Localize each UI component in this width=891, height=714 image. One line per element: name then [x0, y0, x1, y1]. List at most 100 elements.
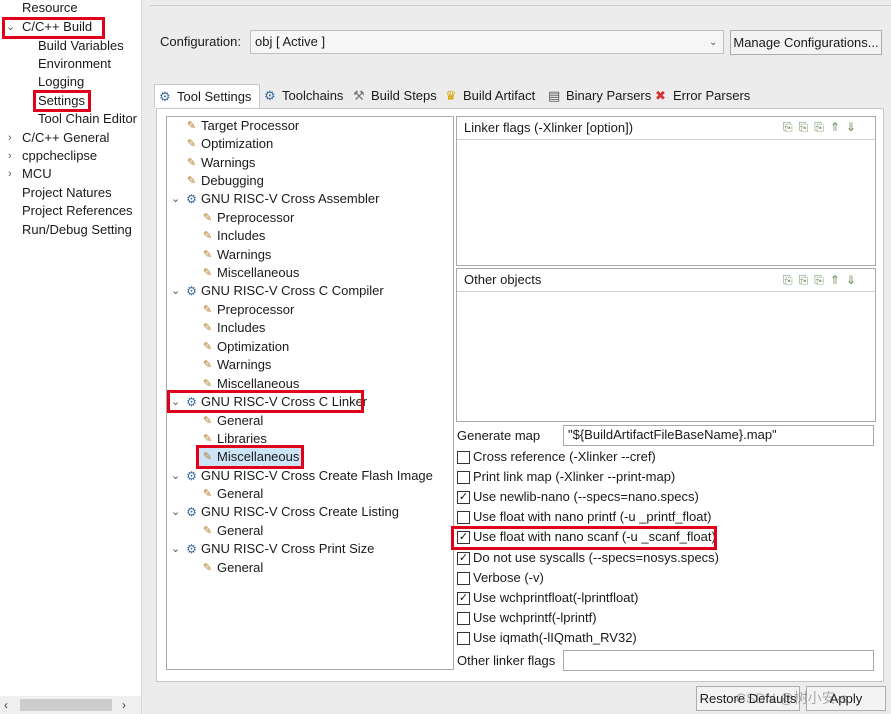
- tree-item-flash-general[interactable]: General: [217, 485, 263, 503]
- nav-item-tool-chain-editor[interactable]: Tool Chain Editor: [38, 110, 137, 128]
- float-printf-label: Use float with nano printf (-u _printf_f…: [473, 509, 712, 524]
- scrollbar-thumb[interactable]: [20, 699, 112, 711]
- nav-item-cpp-general[interactable]: C/C++ General: [22, 129, 109, 147]
- delete-icon[interactable]: ⎘: [799, 273, 815, 287]
- tab-label: Build Steps: [371, 88, 437, 103]
- tree-item-cc-warnings[interactable]: Warnings: [217, 356, 271, 374]
- nav-item-cppcheclipse[interactable]: cppcheclipse: [22, 147, 97, 165]
- configuration-select[interactable]: obj [ Active ] ⌄: [250, 30, 724, 54]
- tree-item-linker-general[interactable]: General: [217, 412, 263, 430]
- tree-item-asm-miscellaneous[interactable]: Miscellaneous: [217, 264, 299, 282]
- tool-icon: ⚙: [186, 542, 197, 556]
- tree-item-cc-optimization[interactable]: Optimization: [217, 338, 289, 356]
- wchprintf-checkbox[interactable]: [457, 612, 470, 625]
- delete-icon[interactable]: ⎘: [799, 120, 815, 134]
- nav-item-resource[interactable]: Resource: [22, 0, 78, 17]
- move-down-icon[interactable]: ⇓: [846, 120, 862, 134]
- option-category-icon: ✎: [186, 120, 197, 132]
- tree-item-listing-general[interactable]: General: [217, 522, 263, 540]
- linker-flags-title: Linker flags (-Xlinker [option]): [464, 120, 634, 135]
- scroll-left-icon[interactable]: ‹: [4, 696, 8, 714]
- cross-reference-checkbox[interactable]: [457, 451, 470, 464]
- verbose-checkbox[interactable]: [457, 572, 470, 585]
- chevron-right-icon[interactable]: ›: [8, 147, 12, 165]
- edit-icon[interactable]: ⎘: [814, 120, 830, 134]
- edit-icon[interactable]: ⎘: [814, 273, 830, 287]
- chevron-down-icon[interactable]: ⌄: [171, 190, 180, 208]
- tree-item-print-size[interactable]: GNU RISC-V Cross Print Size: [201, 540, 374, 558]
- highlight-box: [33, 90, 91, 112]
- tool-icon: ⚙: [186, 469, 197, 483]
- move-up-icon[interactable]: ⇑: [830, 120, 846, 134]
- cross-reference-label: Cross reference (-Xlinker --cref): [473, 449, 656, 464]
- tree-item-optimization[interactable]: Optimization: [201, 135, 273, 153]
- tree-item-create-listing[interactable]: GNU RISC-V Cross Create Listing: [201, 503, 399, 521]
- highlight-box: [2, 17, 105, 39]
- newlib-nano-checkbox[interactable]: ✓: [457, 491, 470, 504]
- chevron-right-icon[interactable]: ›: [8, 165, 12, 183]
- tree-item-c-compiler[interactable]: GNU RISC-V Cross C Compiler: [201, 282, 384, 300]
- option-category-icon: ✎: [202, 267, 213, 279]
- tree-item-asm-preprocessor[interactable]: Preprocessor: [217, 209, 294, 227]
- add-icon[interactable]: ⎘: [783, 273, 799, 287]
- configuration-label: Configuration:: [160, 34, 241, 49]
- tree-item-cc-preprocessor[interactable]: Preprocessor: [217, 301, 294, 319]
- scroll-right-icon[interactable]: ›: [122, 696, 126, 714]
- nav-item-logging[interactable]: Logging: [38, 73, 84, 91]
- tab-error-parsers[interactable]: ✖ Error Parsers: [655, 84, 750, 108]
- nav-item-environment[interactable]: Environment: [38, 55, 111, 73]
- tree-item-warnings[interactable]: Warnings: [201, 154, 255, 172]
- chevron-down-icon[interactable]: ⌄: [171, 503, 180, 521]
- tab-tool-settings[interactable]: ⚙ Tool Settings: [154, 84, 260, 108]
- horizontal-scrollbar[interactable]: ‹ ›: [0, 696, 141, 714]
- wchprintfloat-checkbox[interactable]: ✓: [457, 592, 470, 605]
- tab-label: Binary Parsers: [566, 88, 652, 103]
- iqmath-label: Use iqmath(-lIQmath_RV32): [473, 630, 637, 645]
- option-category-icon: ✎: [202, 212, 213, 224]
- tab-label: Error Parsers: [673, 88, 751, 103]
- tab-label: Build Artifact: [463, 88, 536, 103]
- other-linker-flags-label: Other linker flags: [457, 653, 556, 668]
- tree-item-assembler[interactable]: GNU RISC-V Cross Assembler: [201, 190, 379, 208]
- manage-configurations-button[interactable]: Manage Configurations...: [730, 30, 882, 55]
- chevron-down-icon[interactable]: ⌄: [171, 467, 180, 485]
- tree-item-create-flash-image[interactable]: GNU RISC-V Cross Create Flash Image: [201, 467, 433, 485]
- print-link-map-checkbox[interactable]: [457, 471, 470, 484]
- verbose-label: Verbose (-v): [473, 570, 544, 585]
- tree-item-asm-includes[interactable]: Includes: [217, 227, 265, 245]
- move-up-icon[interactable]: ⇑: [830, 273, 846, 287]
- tab-binary-parsers[interactable]: ▤ Binary Parsers: [548, 84, 652, 108]
- nav-item-mcu[interactable]: MCU: [22, 165, 52, 183]
- highlight-box: [196, 445, 304, 469]
- chevron-down-icon[interactable]: ⌄: [171, 540, 180, 558]
- tab-build-artifact[interactable]: ♛ Build Artifact: [445, 84, 543, 108]
- property-nav: Resource ⌄ C/C++ Build Build Variables E…: [0, 0, 141, 714]
- highlight-box: [451, 526, 717, 550]
- nav-item-build-variables[interactable]: Build Variables: [38, 37, 124, 55]
- tree-item-target-processor[interactable]: Target Processor: [201, 117, 299, 135]
- tree-item-print-size-general[interactable]: General: [217, 559, 263, 577]
- tab-toolchains[interactable]: ⚙ Toolchains: [264, 84, 348, 108]
- nav-item-project-natures[interactable]: Project Natures: [22, 184, 112, 202]
- move-down-icon[interactable]: ⇓: [846, 273, 862, 287]
- nav-item-project-references[interactable]: Project References: [22, 202, 133, 220]
- float-printf-checkbox[interactable]: [457, 511, 470, 524]
- chevron-right-icon[interactable]: ›: [8, 129, 12, 147]
- add-icon[interactable]: ⎘: [783, 120, 799, 134]
- iqmath-checkbox[interactable]: [457, 632, 470, 645]
- configuration-value: obj [ Active ]: [255, 34, 326, 49]
- option-category-icon: ✎: [202, 230, 213, 242]
- nav-item-run-debug-settings[interactable]: Run/Debug Setting: [22, 221, 132, 239]
- nosys-checkbox[interactable]: ✓: [457, 552, 470, 565]
- tree-item-debugging[interactable]: Debugging: [201, 172, 264, 190]
- build-steps-icon: ⚒: [353, 88, 365, 103]
- generate-map-input[interactable]: "${BuildArtifactFileBaseName}.map": [563, 425, 874, 446]
- tab-build-steps[interactable]: ⚒ Build Steps: [353, 84, 439, 108]
- tree-item-cc-includes[interactable]: Includes: [217, 319, 265, 337]
- wchprintfloat-label: Use wchprintfloat(-lprintfloat): [473, 590, 639, 605]
- chevron-down-icon[interactable]: ⌄: [171, 282, 180, 300]
- watermark: CSDN @树小安-s: [736, 690, 848, 706]
- tree-item-asm-warnings[interactable]: Warnings: [217, 246, 271, 264]
- toolchains-icon: ⚙: [264, 88, 276, 103]
- other-linker-flags-input[interactable]: [563, 650, 874, 671]
